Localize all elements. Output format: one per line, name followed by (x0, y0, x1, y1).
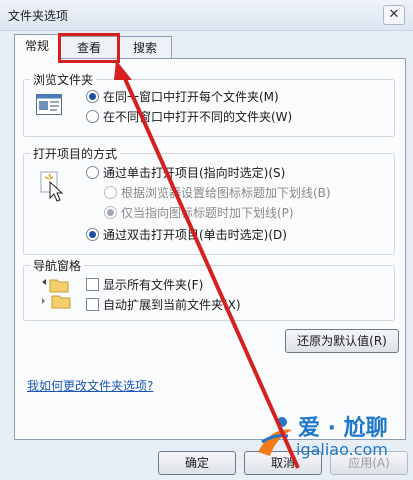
new-window-label: 在不同窗口中打开不同的文件夹(W) (103, 110, 293, 124)
single-click-radio[interactable] (86, 166, 99, 179)
auto-expand-label: 自动扩展到当前文件夹(X) (103, 298, 241, 312)
show-all-folders-option[interactable]: 显示所有文件夹(F) (86, 276, 203, 293)
watermark-logo: 爱 · 尬聊 igaliao.com (250, 410, 410, 460)
underline-point-radio[interactable] (104, 206, 117, 219)
double-click-label: 通过双击打开项目(单击时选定)(D) (103, 228, 287, 242)
tab-highlight-box (58, 33, 120, 63)
click-items-label: 打开项目的方式 (30, 145, 121, 162)
watermark-icon (258, 417, 292, 456)
new-window-radio[interactable] (86, 110, 99, 123)
title-bar: 文件夹选项 ✕ (0, 0, 413, 31)
same-window-label: 在同一窗口中打开每个文件夹(M) (103, 90, 279, 104)
show-all-folders-checkbox[interactable] (86, 278, 99, 291)
same-window-radio[interactable] (86, 90, 99, 103)
restore-defaults-button[interactable]: 还原为默认值(R) (285, 329, 399, 353)
window-title: 文件夹选项 (8, 9, 69, 23)
auto-expand-checkbox[interactable] (86, 298, 99, 311)
underline-point-option[interactable]: 仅当指向图标标题时加下划线(P) (104, 204, 294, 221)
click-cursor-icon (40, 170, 68, 205)
help-link[interactable]: 我如何更改文件夹选项? (27, 377, 153, 394)
close-icon: ✕ (388, 7, 400, 22)
double-click-radio[interactable] (86, 228, 99, 241)
auto-expand-option[interactable]: 自动扩展到当前文件夹(X) (86, 296, 241, 313)
watermark-text: 爱 · 尬聊 (298, 416, 388, 441)
tab-search[interactable]: 搜索 (118, 36, 172, 59)
watermark-url: igaliao.com (296, 440, 388, 459)
underline-point-label: 仅当指向图标标题时加下划线(P) (121, 206, 294, 220)
navigation-pane-group: 导航窗格 显示所有文件夹(F) 自动扩展到当前文件夹(X) (23, 257, 395, 321)
show-all-folders-label: 显示所有文件夹(F) (103, 278, 204, 292)
tab-general[interactable]: 常规 (14, 34, 60, 59)
navigation-pane-label: 导航窗格 (30, 257, 85, 274)
single-click-option[interactable]: 通过单击打开项目(指向时选定)(S) (86, 164, 285, 181)
ok-button[interactable]: 确定 (158, 451, 236, 475)
new-window-option[interactable]: 在不同窗口中打开不同的文件夹(W) (86, 108, 292, 125)
underline-browser-radio[interactable] (104, 186, 117, 199)
browse-folders-icon (36, 92, 62, 119)
click-items-group: 打开项目的方式 通过单击打开项目(指向时选定)(S) 根据浏览器设置给图标标题加… (23, 145, 395, 255)
browse-folders-group: 浏览文件夹 在同一窗口中打开每个文件夹(M) 在不同窗口中打开不同的文件夹(W) (23, 71, 395, 137)
general-tab-panel: 浏览文件夹 在同一窗口中打开每个文件夹(M) 在不同窗口中打开不同的文件夹(W)… (14, 58, 406, 440)
single-click-label: 通过单击打开项目(指向时选定)(S) (103, 166, 286, 180)
folder-tree-icon (40, 276, 78, 317)
same-window-option[interactable]: 在同一窗口中打开每个文件夹(M) (86, 88, 279, 105)
underline-browser-label: 根据浏览器设置给图标标题加下划线(B) (121, 186, 331, 200)
browse-folders-label: 浏览文件夹 (30, 71, 97, 88)
close-button[interactable]: ✕ (383, 5, 405, 25)
underline-browser-option[interactable]: 根据浏览器设置给图标标题加下划线(B) (104, 184, 331, 201)
double-click-option[interactable]: 通过双击打开项目(单击时选定)(D) (86, 226, 287, 243)
